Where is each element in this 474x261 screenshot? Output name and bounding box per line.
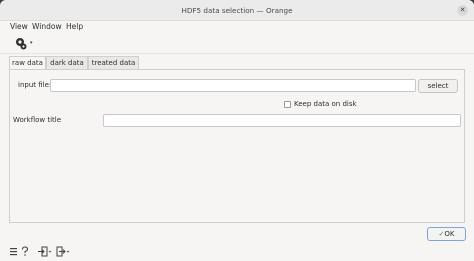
- menu-bar: View Window Help: [0, 21, 474, 33]
- workflow-title-field[interactable]: [103, 114, 461, 127]
- window-close-button[interactable]: ✕: [457, 5, 468, 16]
- title-bar: HDF5 data selection — Orange ✕: [0, 0, 474, 21]
- menu-help[interactable]: Help: [66, 22, 83, 32]
- tab-treated-data[interactable]: treated data: [88, 56, 139, 70]
- toolbar: ▾: [0, 34, 474, 54]
- input-file-label: input file:: [18, 81, 52, 89]
- input-file-field[interactable]: [50, 79, 416, 92]
- help-icon[interactable]: [21, 246, 29, 257]
- ok-button-label: OK: [444, 230, 455, 238]
- select-file-button[interactable]: select: [418, 79, 458, 93]
- window-title: HDF5 data selection — Orange: [181, 6, 293, 15]
- output-icon[interactable]: [56, 246, 70, 257]
- input-icon[interactable]: [38, 246, 52, 257]
- workflow-title-label: Workflow title: [13, 116, 62, 124]
- chevron-down-icon[interactable]: ▾: [30, 40, 33, 46]
- menu-window[interactable]: Window: [32, 22, 62, 32]
- menu-view[interactable]: View: [10, 22, 28, 32]
- keep-data-checkbox[interactable]: [284, 101, 291, 108]
- app-window: HDF5 data selection — Orange ✕ View Wind…: [0, 0, 474, 261]
- menu-icon[interactable]: [10, 246, 18, 257]
- tab-panel-raw-data: input file: select Keep data on disk Wor…: [9, 69, 465, 223]
- keep-data-label: Keep data on disk: [294, 100, 357, 108]
- ok-button[interactable]: ✓OK: [427, 227, 466, 241]
- gear-settings-icon[interactable]: [15, 37, 27, 50]
- status-bar: [0, 242, 474, 261]
- tab-dark-data[interactable]: dark data: [46, 56, 88, 70]
